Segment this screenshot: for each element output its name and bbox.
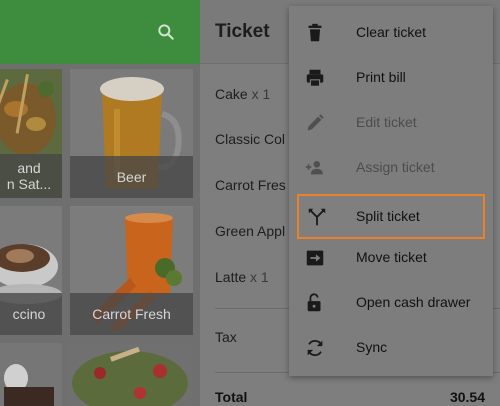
sync-icon bbox=[307, 339, 323, 357]
menu-item-edit-ticket[interactable]: Edit ticket bbox=[289, 100, 493, 145]
product-tile-dessert[interactable] bbox=[0, 343, 62, 406]
ticket-line-item[interactable]: Cake x 1 bbox=[215, 86, 270, 102]
product-label: ccino bbox=[0, 293, 62, 335]
product-tile-satay[interactable]: and n Sat... bbox=[0, 69, 62, 198]
tax-row: Tax bbox=[215, 329, 237, 345]
split-icon bbox=[308, 208, 326, 226]
menu-item-move-ticket[interactable]: Move ticket bbox=[289, 235, 493, 280]
product-label: Beer bbox=[70, 156, 193, 198]
search-icon[interactable] bbox=[156, 22, 176, 42]
product-label: Carrot Fresh bbox=[70, 293, 193, 335]
unlock-icon bbox=[307, 293, 321, 312]
menu-item-open-cash-drawer[interactable]: Open cash drawer bbox=[289, 280, 493, 325]
menu-item-clear-ticket[interactable]: Clear ticket bbox=[289, 10, 493, 55]
ticket-line-item[interactable]: Latte x 1 bbox=[215, 269, 269, 285]
menu-item-label: Move ticket bbox=[356, 249, 427, 265]
item-name: Cake bbox=[215, 86, 248, 102]
salad-image bbox=[70, 343, 193, 406]
item-name: Latte bbox=[215, 269, 247, 285]
menu-item-label: Edit ticket bbox=[356, 114, 417, 130]
ticket-options-menu: Clear ticket Print bill Edit ticket Assi… bbox=[289, 6, 493, 376]
page-title: Ticket bbox=[215, 21, 270, 42]
menu-item-label: Assign ticket bbox=[356, 159, 435, 175]
assign-person-icon bbox=[305, 161, 323, 175]
product-tile-carrot-fresh[interactable]: Carrot Fresh bbox=[70, 206, 193, 335]
dessert-image bbox=[0, 343, 62, 406]
ticket-line-item[interactable]: Green Appl bbox=[215, 223, 285, 239]
top-toolbar bbox=[0, 0, 200, 64]
move-arrow-icon bbox=[306, 250, 324, 266]
product-tile-beer[interactable]: Beer bbox=[70, 69, 193, 198]
menu-item-label: Open cash drawer bbox=[356, 294, 471, 310]
printer-icon bbox=[306, 69, 324, 87]
ticket-line-item[interactable]: Carrot Fres bbox=[215, 177, 286, 193]
trash-icon bbox=[308, 23, 322, 42]
menu-item-sync[interactable]: Sync bbox=[289, 325, 493, 370]
item-name: Carrot Fres bbox=[215, 177, 286, 193]
product-label: and n Sat... bbox=[0, 154, 62, 198]
menu-item-label: Clear ticket bbox=[356, 24, 427, 40]
product-panel: and n Sat... Beer ccino Carrot Fresh bbox=[0, 0, 200, 406]
menu-item-print-bill[interactable]: Print bill bbox=[289, 55, 493, 100]
menu-item-label: Print bill bbox=[356, 69, 406, 85]
total-value: 30.54 bbox=[449, 389, 485, 405]
menu-item-label: Sync bbox=[356, 339, 388, 355]
item-qty: x 1 bbox=[251, 86, 271, 102]
ticket-line-item[interactable]: Classic Col bbox=[215, 131, 285, 147]
product-tile-salad[interactable] bbox=[70, 343, 193, 406]
menu-item-label: Split ticket bbox=[356, 208, 420, 224]
item-name: Green Appl bbox=[215, 223, 286, 239]
product-tile-cappuccino[interactable]: ccino bbox=[0, 206, 62, 335]
total-label: Total bbox=[215, 389, 248, 405]
item-qty: x 1 bbox=[250, 269, 269, 285]
menu-item-split-ticket[interactable]: Split ticket bbox=[297, 194, 485, 239]
tax-label: Tax bbox=[215, 329, 237, 345]
item-name: Classic Col bbox=[215, 131, 286, 147]
menu-item-assign-ticket[interactable]: Assign ticket bbox=[289, 145, 493, 190]
pencil-icon bbox=[307, 114, 324, 131]
